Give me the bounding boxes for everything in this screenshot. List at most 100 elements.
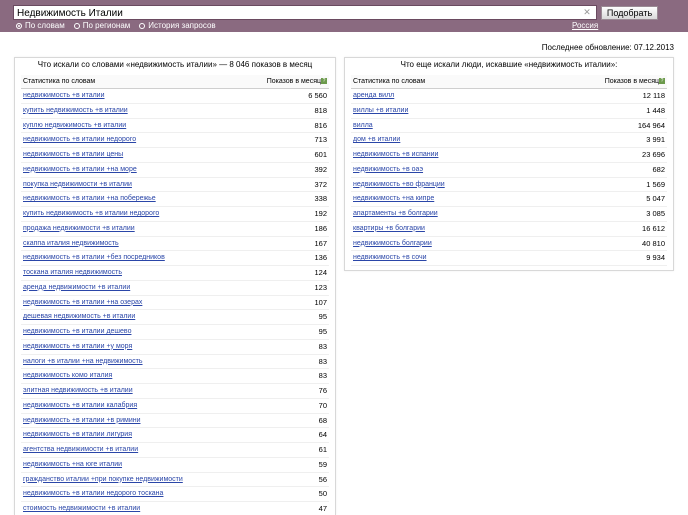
query-link[interactable]: дом +в италии [353, 133, 400, 147]
table-row: покупка недвижимости +в италии 372 [21, 178, 329, 193]
radio-icon[interactable] [73, 23, 80, 29]
top-search-bar: ✕ Подобрать По словам По регионам Истори… [0, 0, 688, 32]
table-row: недвижимость +в сочи 9 934 [351, 251, 667, 266]
table-row: недвижимость +в италии недорого 713 [21, 133, 329, 148]
table-row: недвижимость +в оаэ 682 [351, 163, 667, 178]
shows-count: 192 [314, 209, 327, 218]
query-link[interactable]: недвижимость +на юге италии [23, 458, 122, 472]
help-icon[interactable]: ? [659, 78, 665, 85]
query-link[interactable]: апартаменты +в болгарии [353, 207, 438, 221]
shows-count: 164 964 [637, 120, 665, 130]
query-link[interactable]: стоимость недвижимости +в италии [23, 502, 140, 515]
query-link[interactable]: куплю недвижимость +в италии [23, 119, 126, 133]
query-link[interactable]: недвижимость +в италии +у моря [23, 340, 132, 354]
table-row: скаппа италия недвижимость 167 [21, 237, 329, 252]
query-link[interactable]: купить недвижимость +в италии [23, 104, 128, 118]
shows-count: 83 [318, 356, 327, 366]
last-updated: Последнее обновление: 07.12.2013 [541, 43, 674, 52]
query-link[interactable]: гражданство италии +при покупке недвижим… [23, 473, 183, 487]
table-row: элитная недвижимость +в италии 76 [21, 384, 329, 399]
shows-count: 83 [318, 371, 327, 381]
query-link[interactable]: тоскана италия недвижимость [23, 266, 122, 280]
table-row: налоги +в италии +на недвижимость 83 [21, 355, 329, 370]
query-link[interactable]: виллы +в италии [353, 104, 408, 118]
shows-count: 392 [314, 164, 327, 174]
query-link[interactable]: недвижимость +на кипре [353, 192, 434, 206]
query-link[interactable]: агентства недвижимости +в италии [23, 443, 138, 457]
query-link[interactable]: недвижимость болгарии [353, 237, 432, 251]
radio-icon[interactable] [16, 23, 22, 29]
table-row: апартаменты +в болгарии 3 085 [351, 207, 667, 222]
table-row: дом +в италии 3 991 [351, 133, 667, 148]
query-link[interactable]: недвижимость +в италии +на озерах [23, 296, 142, 310]
column-shows-header: Показов в месяц? [604, 78, 665, 85]
query-link[interactable]: недвижимость +в италии лигурия [23, 428, 132, 442]
query-link[interactable]: недвижимость комо италия [23, 369, 112, 383]
table-row: квартиры +в болгарии 16 612 [351, 222, 667, 237]
search-box: ✕ [13, 5, 597, 20]
shows-count: 40 810 [642, 238, 665, 248]
column-shows-header: Показов в месяц? [266, 78, 327, 85]
query-link[interactable]: недвижимость +в италии +без посредников [23, 251, 165, 265]
shows-count: 601 [314, 150, 327, 159]
query-link[interactable]: недвижимость +в италии дешево [23, 325, 131, 339]
query-link[interactable]: недвижимость +в италии цены [23, 148, 123, 162]
table-row: дешевая недвижимость +в италии 95 [21, 310, 329, 325]
shows-count: 50 [318, 489, 327, 499]
query-link[interactable]: квартиры +в болгарии [353, 222, 425, 236]
mode-by-words[interactable]: По словам [16, 21, 65, 31]
query-link[interactable]: покупка недвижимости +в италии [23, 178, 132, 192]
query-link[interactable]: недвижимость +в италии +на море [23, 163, 137, 177]
mode-label: По словам [25, 21, 65, 30]
query-link[interactable]: скаппа италия недвижимость [23, 237, 119, 251]
mode-by-regions[interactable]: По регионам [73, 21, 131, 31]
shows-count: 61 [318, 445, 327, 454]
query-link[interactable]: недвижимость +в италии +на побережье [23, 192, 156, 206]
table-row: тоскана италия недвижимость 124 [21, 266, 329, 281]
related-table-body: аренда вилл 12 118 виллы +в италии 1 448 вил… [351, 89, 667, 266]
region-link[interactable]: Россия [572, 21, 598, 31]
query-link[interactable]: купить недвижимость +в италии недорого [23, 207, 159, 221]
shows-count: 124 [314, 268, 327, 277]
help-icon[interactable]: ? [321, 78, 327, 85]
query-link[interactable]: аренда недвижимости +в италии [23, 281, 130, 295]
shows-count: 136 [314, 253, 327, 263]
close-icon[interactable]: ✕ [582, 7, 592, 17]
query-link[interactable]: продажа недвижимости +в италии [23, 222, 135, 236]
query-link[interactable]: недвижимость +в италии калабрия [23, 399, 137, 413]
submit-button[interactable]: Подобрать [601, 6, 658, 20]
query-link[interactable]: аренда вилл [353, 89, 394, 103]
mode-label: По регионам [82, 21, 131, 30]
query-link[interactable]: недвижимость +в сочи [353, 251, 427, 265]
words-table: Статистика по словам Показов в месяц? не… [21, 75, 329, 515]
mode-history[interactable]: История запросов [139, 21, 216, 31]
shows-count: 9 934 [646, 253, 665, 263]
query-link[interactable]: недвижимость +в италии недорого тоскана [23, 487, 163, 501]
query-link[interactable]: элитная недвижимость +в италии [23, 384, 133, 398]
shows-count: 47 [318, 504, 327, 513]
query-link[interactable]: недвижимость +в оаэ [353, 163, 423, 177]
search-input[interactable] [17, 7, 577, 19]
panel-words-stats: Что искали со словами «недвижимость итал… [14, 57, 336, 515]
query-link[interactable]: недвижимость +в италии недорого [23, 133, 136, 147]
table-row: вилла 164 964 [351, 119, 667, 134]
shows-count: 5 047 [646, 194, 665, 204]
query-link[interactable]: недвижимость +в испании [353, 148, 438, 162]
query-link[interactable]: недвижимость +во франции [353, 178, 445, 192]
shows-count: 68 [318, 415, 327, 425]
shows-count: 107 [314, 297, 327, 307]
query-link[interactable]: вилла [353, 119, 373, 133]
table-row: недвижимость +в италии +в римини 68 [21, 414, 329, 429]
table-row: недвижимость +на юге италии 59 [21, 458, 329, 473]
query-link[interactable]: дешевая недвижимость +в италии [23, 310, 135, 324]
mode-label: История запросов [148, 21, 216, 30]
panel-related-searches: Что еще искали люди, искавшие «недвижимо… [344, 57, 674, 271]
shows-count: 3 991 [646, 135, 665, 145]
query-link[interactable]: налоги +в италии +на недвижимость [23, 355, 143, 369]
shows-count: 56 [318, 474, 327, 484]
query-link[interactable]: недвижимость +в италии +в римини [23, 414, 141, 428]
table-row: недвижимость +в италии 6 560 [21, 89, 329, 104]
query-link[interactable]: недвижимость +в италии [23, 89, 105, 103]
radio-icon[interactable] [139, 23, 146, 29]
table-row: недвижимость +в италии дешево 95 [21, 325, 329, 340]
